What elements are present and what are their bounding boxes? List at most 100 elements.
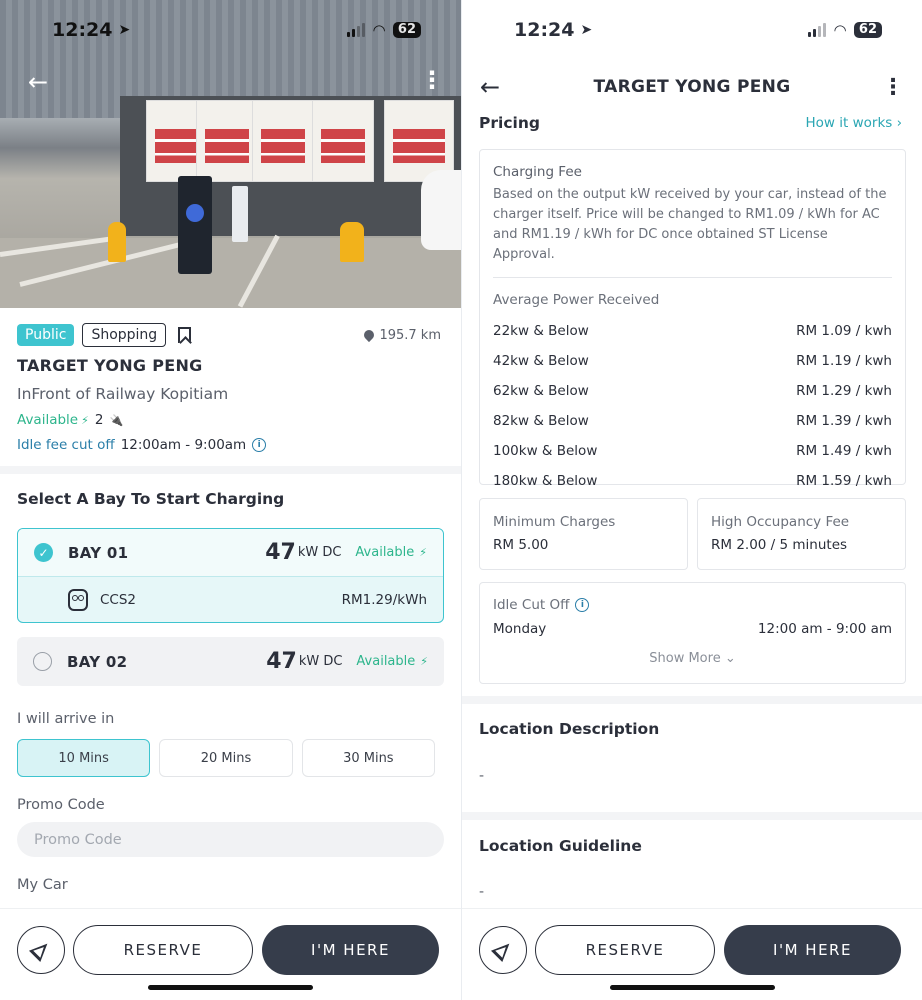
lightning-icon: ⚡: [420, 655, 428, 668]
arrival-options: 10 Mins 20 Mins 30 Mins: [17, 739, 435, 777]
lightning-icon: ⚡: [419, 546, 427, 559]
battery-icon: 62: [392, 22, 421, 38]
price-tier-row: 100kw & Below RM 1.49 / kwh: [493, 443, 892, 459]
bay-name: BAY 02: [67, 652, 128, 671]
more-vertical-icon[interactable]: ⋮: [420, 66, 444, 94]
show-more-button[interactable]: Show More ⌄: [493, 651, 892, 666]
location-description-value: -: [479, 768, 485, 784]
idle-cut-off-title: Idle Cut Off: [493, 597, 570, 613]
promo-code-input[interactable]: [17, 822, 444, 857]
pricing-title: Pricing: [479, 114, 540, 132]
bay-01[interactable]: ✓ BAY 01 47 kW DC Available ⚡ CCS2 RM1.2…: [17, 528, 444, 623]
charging-fee-card: Charging Fee Based on the output kW rece…: [479, 149, 906, 489]
status-time: 12:24: [52, 19, 113, 41]
location-guideline-value: -: [479, 884, 485, 900]
reserve-button[interactable]: RESERVE: [73, 925, 253, 975]
connector-type: CCS2: [100, 592, 137, 608]
charging-fee-title: Charging Fee: [493, 164, 582, 180]
connector-price: RM1.29/kWh: [341, 592, 427, 608]
info-icon[interactable]: i: [252, 438, 267, 452]
radio-icon: [33, 652, 52, 671]
location-arrow-icon: ➤: [580, 22, 593, 38]
navigate-button[interactable]: [17, 926, 65, 974]
divider: [462, 812, 922, 820]
price-tier-row: 42kw & Below RM 1.19 / kwh: [493, 353, 892, 369]
plug-icon: [68, 589, 88, 611]
price-tier-row: 82kw & Below RM 1.39 / kwh: [493, 413, 892, 429]
wifi-icon: ◠: [373, 21, 385, 39]
check-icon: ✓: [34, 543, 53, 562]
idle-fee-label: Idle fee cut off: [17, 437, 115, 453]
pricing-header: Pricing How it works ›: [479, 114, 902, 132]
arrive-option-20[interactable]: 20 Mins: [159, 739, 293, 777]
reserve-button[interactable]: RESERVE: [535, 925, 715, 975]
high-occupancy-value: RM 2.00 / 5 minutes: [711, 537, 848, 553]
price-tier-row: 62kw & Below RM 1.29 / kwh: [493, 383, 892, 399]
navigate-icon: [28, 937, 54, 963]
select-bay-title: Select A Bay To Start Charging: [17, 490, 285, 508]
minimum-charges-card: Minimum Charges RM 5.00: [479, 498, 688, 570]
station-location: InFront of Railway Kopitiam: [17, 385, 229, 403]
chevron-right-icon: ›: [896, 115, 902, 131]
status-bar: 12:24 ➤ ◠ 62: [0, 0, 461, 60]
distance: 195.7 km: [362, 327, 441, 343]
bay-power-unit: kW DC: [298, 654, 343, 669]
home-indicator: [610, 985, 775, 990]
charging-fee-description: Based on the output kW received by your …: [493, 187, 887, 262]
arrive-option-30[interactable]: 30 Mins: [301, 739, 435, 777]
top-bar: ← TARGET YONG PENG ⋮: [462, 64, 922, 110]
action-bar: RESERVE I'M HERE: [0, 908, 461, 1000]
high-occupancy-card: High Occupancy Fee RM 2.00 / 5 minutes: [697, 498, 906, 570]
bay-02[interactable]: BAY 02 47 kW DC Available ⚡: [17, 637, 444, 686]
station-tags: Public Shopping 195.7 km: [17, 323, 441, 347]
signal-icon: [808, 23, 827, 37]
high-occupancy-title: High Occupancy Fee: [711, 514, 850, 530]
bay-power-unit: kW DC: [297, 545, 342, 560]
station-name: TARGET YONG PENG: [17, 356, 203, 375]
pricing-panel: 12:24 ➤ ◠ 62 ← TARGET YONG PENG ⋮ Pricing…: [461, 0, 922, 1000]
home-indicator: [148, 985, 313, 990]
price-tier-row: 180kw & Below RM 1.59 / kwh: [493, 473, 892, 489]
bay-power: 47: [265, 540, 296, 565]
back-arrow-icon[interactable]: ←: [28, 68, 48, 96]
location-arrow-icon: ➤: [118, 22, 131, 38]
back-arrow-icon[interactable]: ←: [480, 73, 520, 101]
idle-cut-off-card: Idle Cut Off i Monday 12:00 am - 9:00 am S…: [479, 582, 906, 684]
battery-icon: 62: [853, 22, 882, 38]
station-detail-panel: 12:24 ➤ ◠ 62 ← ⋮ Public Shopping 195.7 km…: [0, 0, 461, 1000]
status-bar: 12:24 ➤ ◠ 62: [462, 0, 922, 60]
page-title: TARGET YONG PENG: [593, 77, 791, 97]
minimum-charges-value: RM 5.00: [493, 537, 549, 553]
chevron-down-icon: ⌄: [724, 651, 736, 666]
idle-fee-time: 12:00am - 9:00am: [120, 437, 247, 453]
idle-fee-row: Idle fee cut off 12:00am - 9:00am i: [17, 437, 267, 453]
price-tier-row: 22kw & Below RM 1.09 / kwh: [493, 323, 892, 339]
my-car-label: My Car: [17, 877, 68, 893]
bay-status: Available: [356, 654, 416, 669]
arrive-label: I will arrive in: [17, 711, 115, 727]
tag-public: Public: [17, 324, 75, 346]
wifi-icon: ◠: [834, 21, 846, 39]
plug-icon: 🔌: [109, 413, 124, 427]
status-time: 12:24: [514, 19, 575, 41]
signal-icon: [347, 23, 366, 37]
more-vertical-icon[interactable]: ⋮: [864, 75, 904, 100]
action-bar: RESERVE I'M HERE: [462, 908, 922, 1000]
available-count: 2: [94, 412, 104, 428]
bookmark-icon[interactable]: [178, 327, 192, 343]
location-pin-icon: [362, 327, 377, 343]
divider: [462, 696, 922, 704]
im-here-button[interactable]: I'M HERE: [262, 925, 439, 975]
info-icon[interactable]: i: [575, 598, 590, 612]
how-it-works-link[interactable]: How it works ›: [806, 115, 902, 131]
bay-name: BAY 01: [68, 543, 129, 562]
im-here-button[interactable]: I'M HERE: [724, 925, 901, 975]
promo-label: Promo Code: [17, 797, 105, 813]
bay-power: 47: [266, 649, 297, 674]
arrive-option-10[interactable]: 10 Mins: [17, 739, 151, 777]
navigate-button[interactable]: [479, 926, 527, 974]
bay-status: Available: [355, 545, 415, 560]
tag-shopping: Shopping: [82, 323, 167, 347]
location-description-title: Location Description: [479, 720, 660, 738]
idle-day: Monday: [493, 621, 547, 637]
